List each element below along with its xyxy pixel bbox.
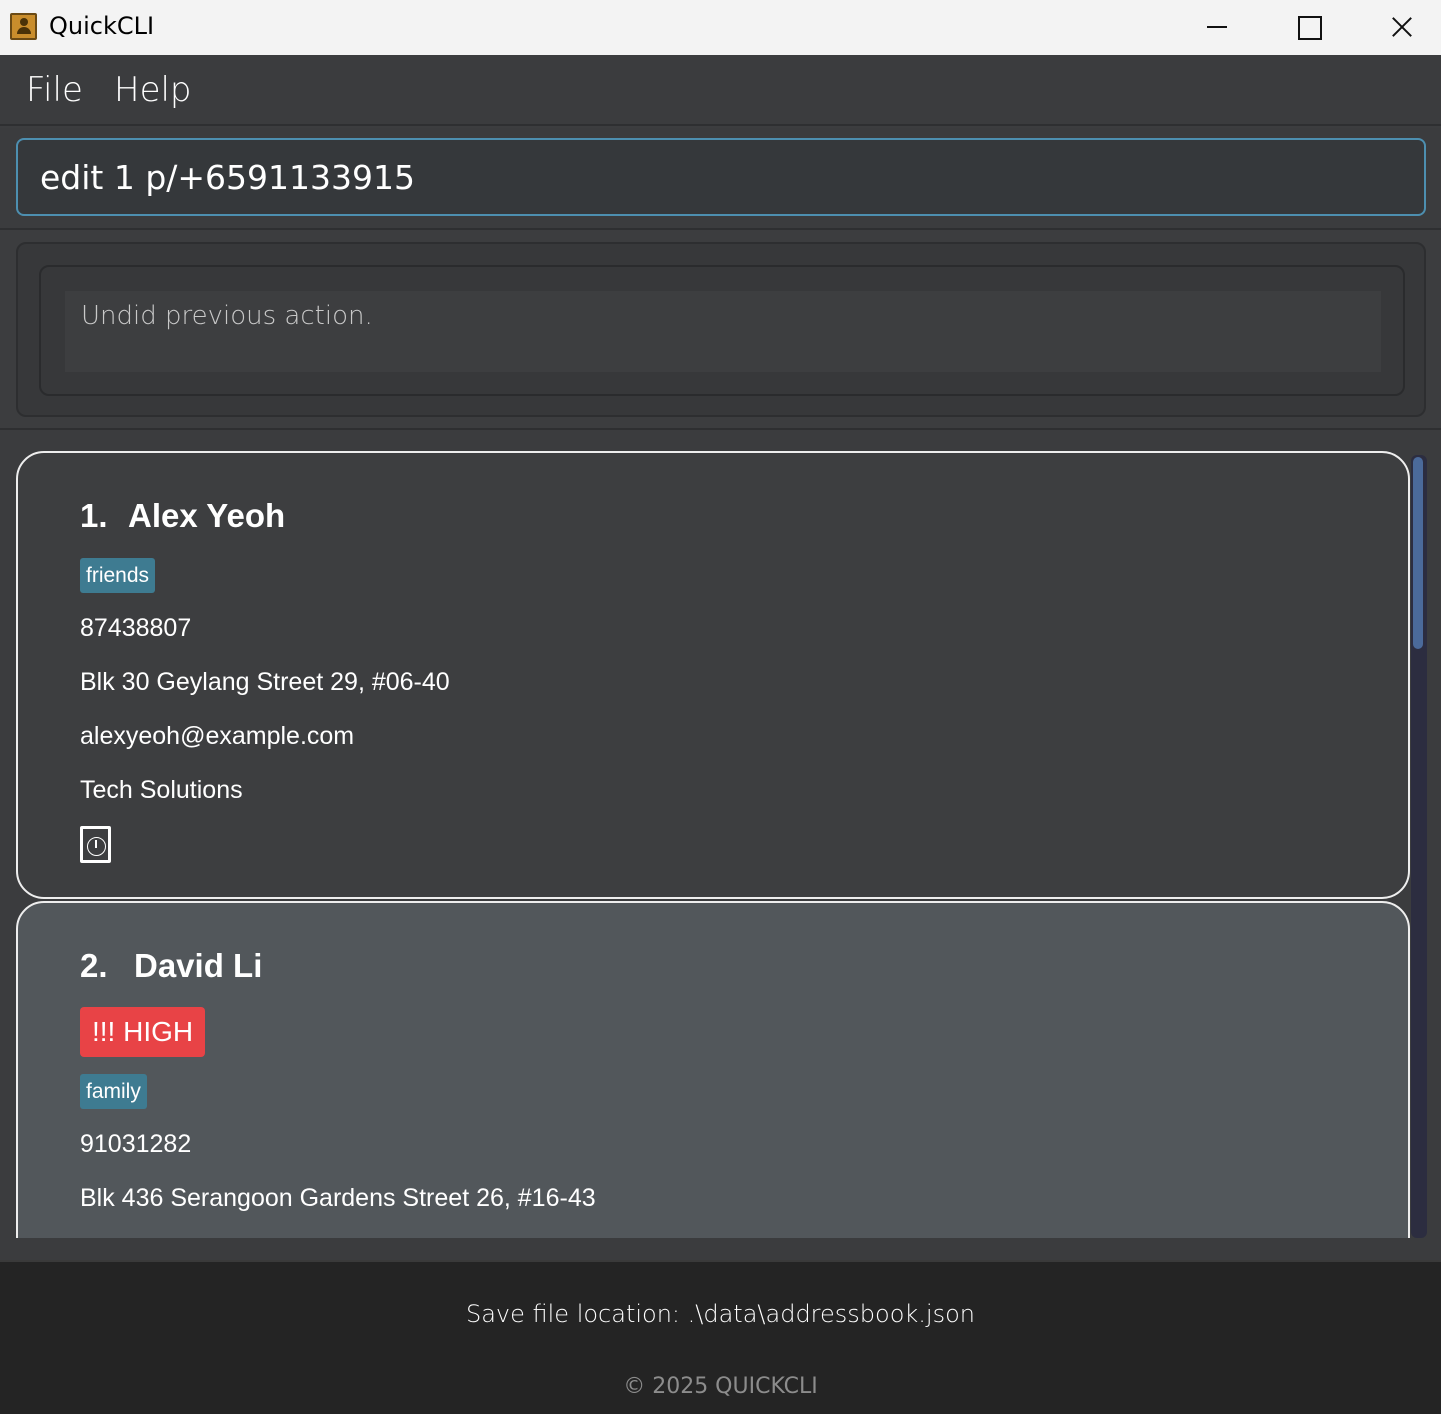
person-phone: 91031282 — [80, 1130, 192, 1158]
person-index: 2. — [80, 947, 108, 984]
person-list-panel: 1. Alex Yeoh friends 87438807 Blk 30 Geyl… — [0, 430, 1441, 1260]
person-card[interactable]: 2. David Li !!! HIGH family 91031282 Blk … — [16, 901, 1410, 1238]
priority-badge: !!! HIGH — [80, 1007, 206, 1057]
scrollbar[interactable] — [1411, 455, 1427, 1238]
person-name: 1. Alex Yeoh — [80, 497, 285, 535]
person-name: 2. David Li — [80, 947, 262, 985]
result-frame: Undid previous action. — [39, 265, 1405, 396]
command-input[interactable] — [16, 138, 1426, 216]
status-bar: Save file location: .\data\addressbook.j… — [0, 1260, 1441, 1414]
tag-badge: friends — [80, 558, 156, 593]
window-title: QuickCLI — [49, 12, 155, 40]
command-box — [0, 128, 1441, 230]
minimize-button[interactable] — [1170, 0, 1262, 55]
tag-badge: family — [80, 1074, 147, 1109]
person-company: Tech Solutions — [80, 776, 243, 804]
menu-file[interactable]: File — [26, 70, 83, 110]
save-file-location: Save file location: .\data\addressbook.j… — [465, 1300, 975, 1328]
timer-icon[interactable] — [80, 826, 111, 863]
person-address: Blk 30 Geylang Street 29, #06-40 — [80, 668, 450, 696]
person-card[interactable]: 1. Alex Yeoh friends 87438807 Blk 30 Geyl… — [16, 451, 1410, 899]
scrollbar-thumb[interactable] — [1413, 457, 1423, 649]
result-textarea[interactable]: Undid previous action. — [65, 291, 1381, 372]
person-name-text: David Li — [134, 947, 263, 984]
person-name-text: Alex Yeoh — [128, 497, 286, 534]
result-message: Undid previous action. — [81, 301, 373, 331]
maximize-button[interactable] — [1262, 0, 1354, 55]
close-button[interactable] — [1354, 0, 1441, 55]
menu-help[interactable]: Help — [114, 70, 192, 110]
person-list: 1. Alex Yeoh friends 87438807 Blk 30 Geyl… — [16, 450, 1411, 1238]
app-icon — [10, 13, 37, 40]
person-address: Blk 436 Serangoon Gardens Street 26, #16… — [80, 1184, 596, 1212]
person-phone: 87438807 — [80, 614, 192, 642]
person-index: 1. — [80, 497, 108, 534]
result-display: Undid previous action. — [16, 242, 1426, 417]
title-bar: QuickCLI — [0, 0, 1441, 55]
menu-bar: File Help — [0, 55, 1441, 126]
copyright: © 2025 QUICKCLI — [623, 1374, 818, 1399]
person-email: alexyeoh@example.com — [80, 722, 355, 750]
